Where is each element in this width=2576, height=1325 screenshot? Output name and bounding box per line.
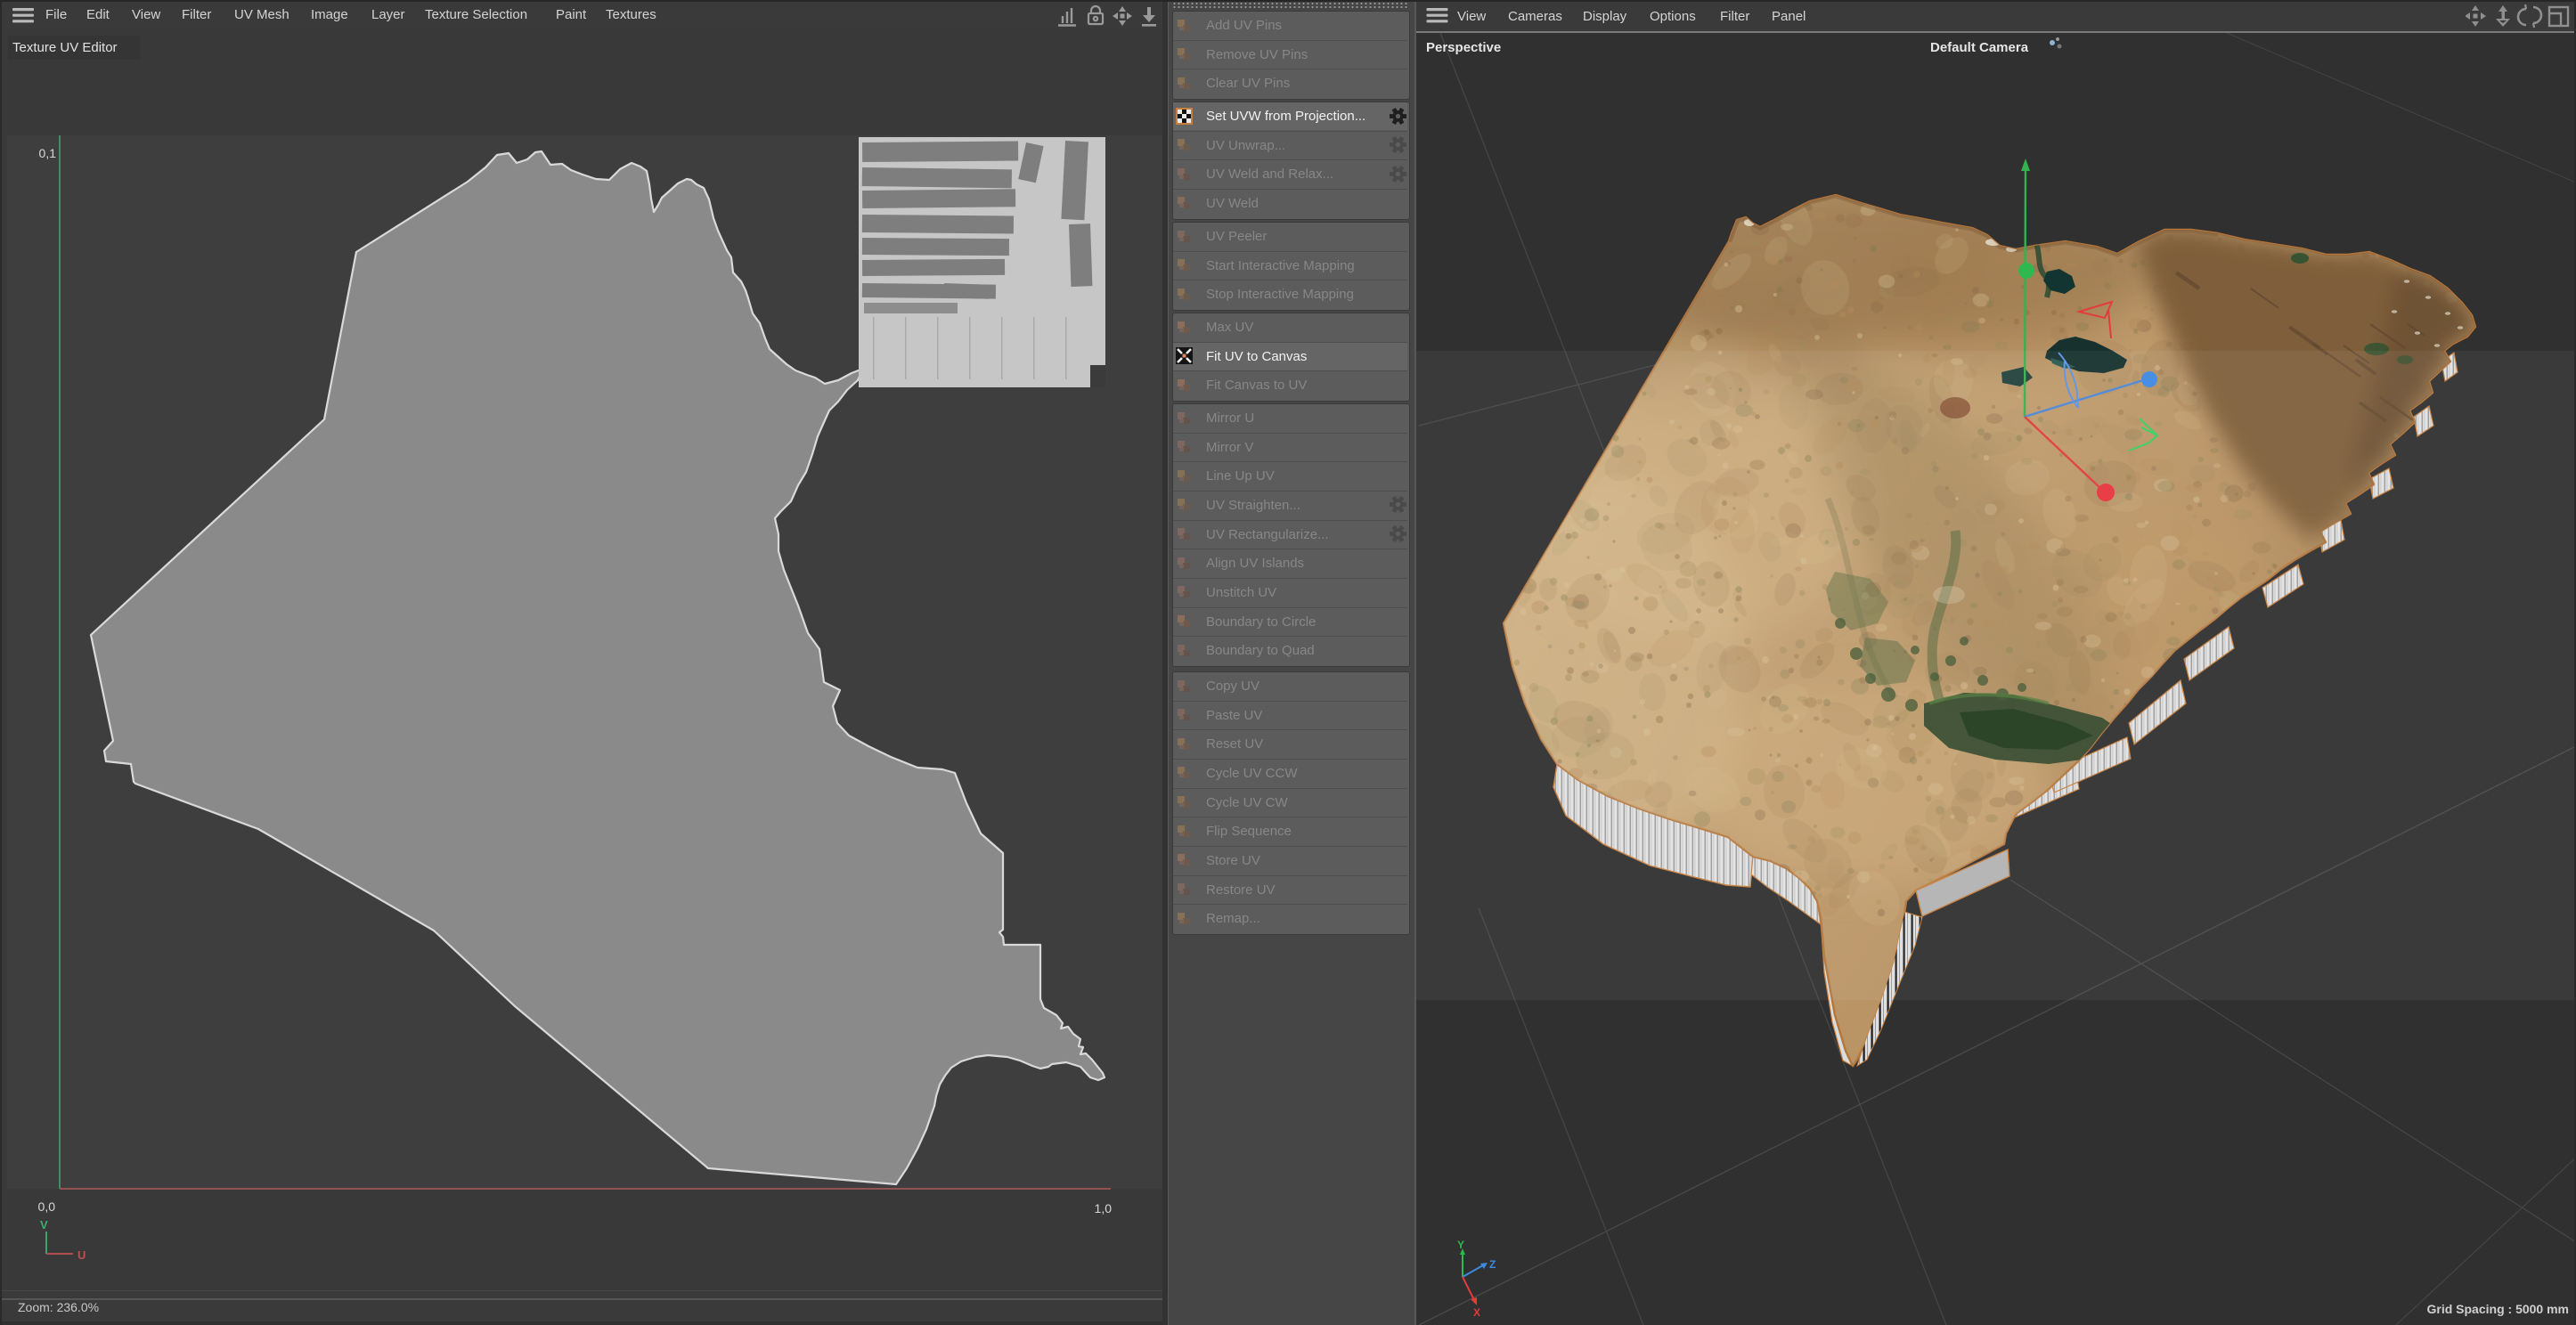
svg-text:Grid Spacing : 5000 mm: Grid Spacing : 5000 mm	[2427, 1302, 2570, 1316]
svg-text:0,0: 0,0	[38, 1199, 56, 1214]
svg-text:Z: Z	[1489, 1258, 1496, 1271]
svg-text:Default Camera: Default Camera	[1930, 40, 2029, 55]
svg-text:V: V	[40, 1218, 48, 1232]
svg-text:1,0: 1,0	[1095, 1201, 1113, 1215]
svg-text:Perspective: Perspective	[1426, 40, 1501, 55]
svg-text:Y: Y	[1457, 1239, 1464, 1251]
svg-text:0,1: 0,1	[39, 146, 57, 160]
svg-text:X: X	[1473, 1306, 1480, 1319]
svg-text:U: U	[77, 1248, 86, 1262]
